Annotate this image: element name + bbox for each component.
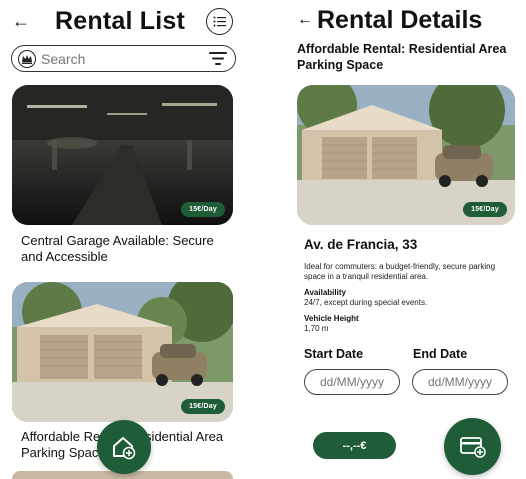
card-image-underground-parking[interactable]: 15€/Day (12, 85, 233, 225)
header: ← Rental List (0, 6, 250, 36)
add-payment-button[interactable] (444, 418, 501, 475)
address: Av. de Francia, 33 (304, 237, 418, 252)
rental-subtitle: Affordable Rental: Residential Area Park… (297, 42, 507, 72)
vehicle-height-label: Vehicle Height (304, 314, 359, 323)
end-date-label: End Date (413, 347, 468, 361)
search-bar (11, 45, 236, 72)
back-arrow-icon[interactable]: ← (297, 10, 313, 30)
add-card-icon (459, 436, 486, 458)
add-home-icon (113, 437, 136, 460)
description: Ideal for commuters: a budget-friendly, … (304, 262, 496, 281)
start-date-label: Start Date (304, 347, 364, 361)
crown-logo-icon (17, 49, 37, 69)
price-badge: 15€/Day (181, 202, 225, 217)
start-date-input[interactable] (304, 369, 400, 395)
rental-details-screen: ← Rental Details Affordable Rental: Resi… (262, 0, 526, 479)
list-view-button[interactable] (206, 8, 233, 35)
availability-value: 24/7, except during special events. (304, 298, 428, 307)
rental-image: 15€/Day (297, 85, 515, 225)
vehicle-height-value: 1,70 m (304, 324, 329, 333)
back-arrow-icon[interactable]: ← (12, 11, 30, 31)
end-date-input[interactable] (412, 369, 508, 395)
search-input[interactable] (41, 50, 191, 67)
availability-label: Availability (304, 288, 346, 297)
price-badge: 15€/Day (463, 202, 507, 217)
total-price-button[interactable]: --,--€ (313, 432, 396, 459)
list-icon (213, 16, 226, 27)
rental-list-screen: ← Rental List Search 15€/Day Central Gar… (0, 0, 250, 479)
page-title: Rental Details (317, 6, 483, 34)
page-title: Rental List (55, 7, 185, 35)
card-image-garage[interactable]: 15€/Day (12, 282, 233, 422)
card-title[interactable]: Central Garage Available: Secure and Acc… (21, 233, 236, 265)
add-rental-button[interactable] (97, 420, 151, 474)
price-badge: 15€/Day (181, 399, 225, 414)
filter-lines-icon[interactable] (209, 51, 227, 66)
